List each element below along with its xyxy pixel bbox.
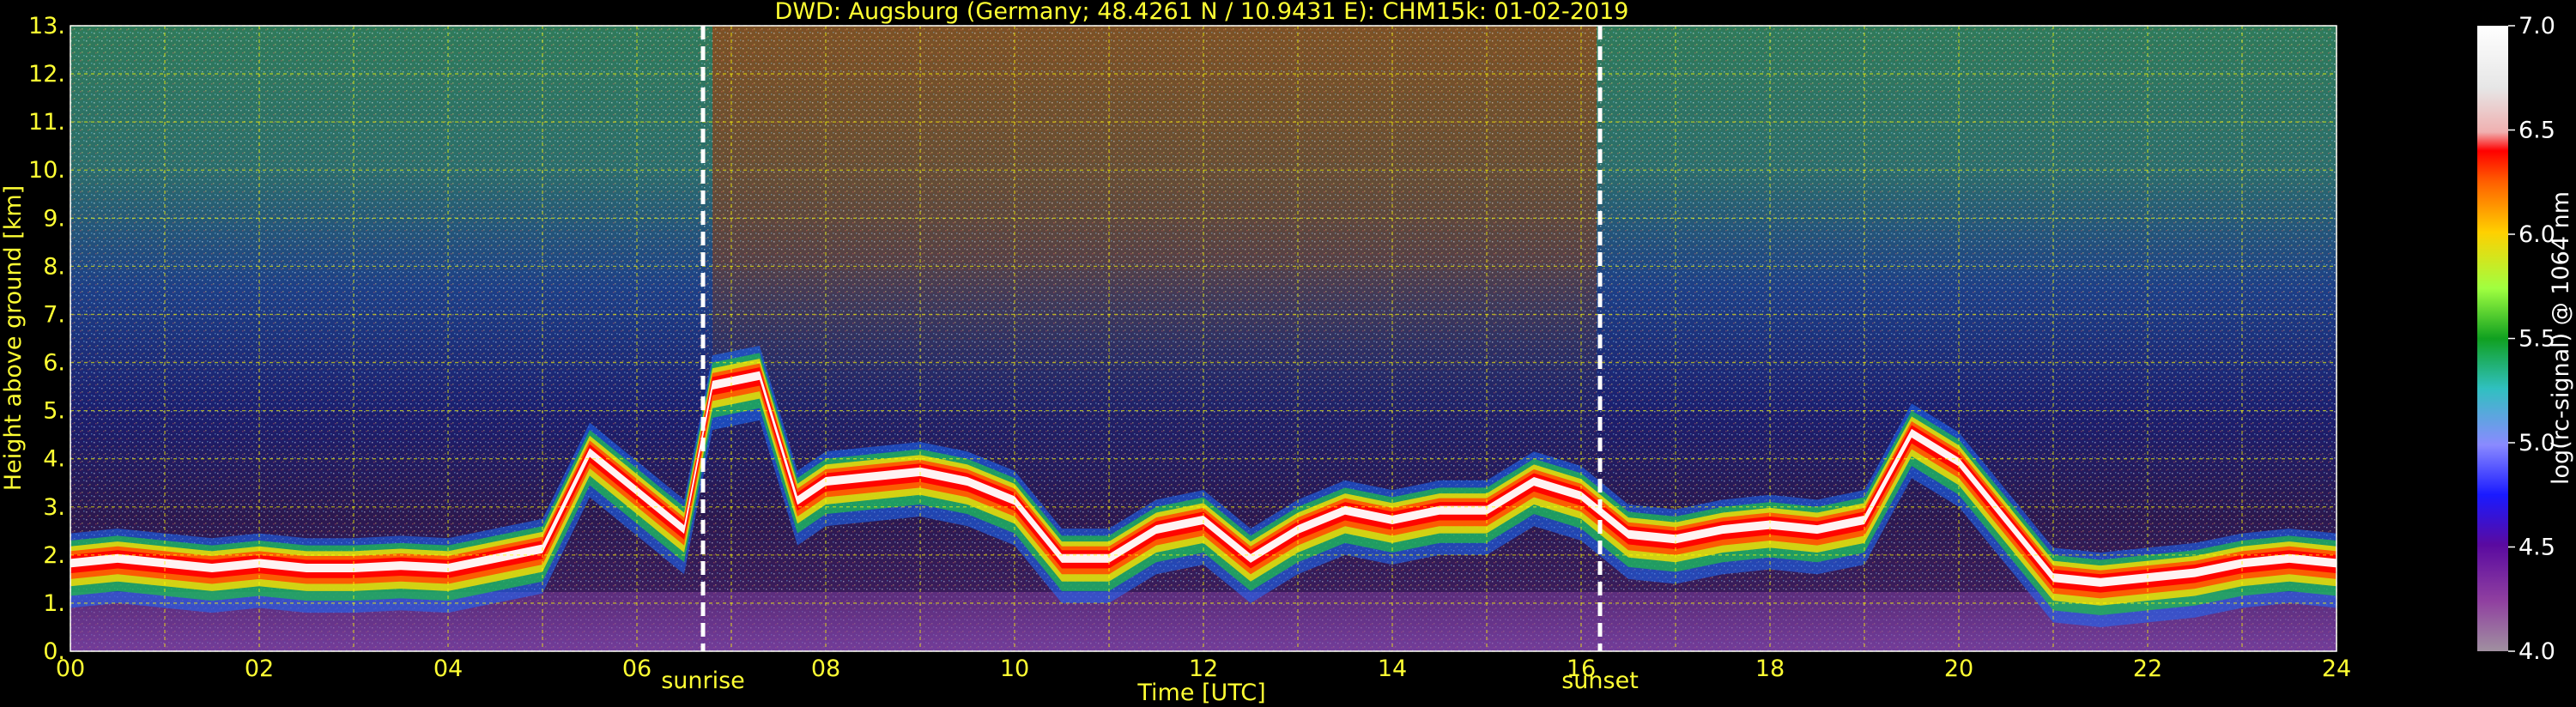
chart-title: DWD: Augsburg (Germany; 48.4261 N / 10.9… <box>775 0 1629 25</box>
x-tick-label: 08 <box>811 656 840 682</box>
y-tick-label: 6. <box>43 350 65 377</box>
colorbar-tick-label: 4.5 <box>2518 535 2555 561</box>
x-tick-label: 22 <box>2133 656 2162 682</box>
colorbar-label: log(rc-signal) @ 1064 nm <box>2548 191 2574 485</box>
lidar-chart: sunrise sunset DWD: Augsburg (Germany; 48… <box>0 0 2574 706</box>
y-tick-label: 9. <box>43 205 65 232</box>
colorbar: 4.04.55.05.56.06.57.0 log(rc-signal) @ 1… <box>2477 13 2574 665</box>
y-tick-label: 0. <box>43 638 65 665</box>
x-tick-label: 14 <box>1378 656 1407 682</box>
sunrise-label: sunrise <box>661 668 745 694</box>
x-axis-label: Time [UTC] <box>1136 680 1265 706</box>
x-tick-label: 20 <box>1944 656 1973 682</box>
x-tick-label: 16 <box>1567 656 1596 682</box>
y-tick-label: 5. <box>43 398 65 425</box>
x-tick-label: 10 <box>1000 656 1029 682</box>
x-tick-label: 04 <box>433 656 463 682</box>
y-tick-label: 4. <box>43 446 65 473</box>
colorbar-scale <box>2477 26 2508 651</box>
y-tick-label: 13. <box>28 13 65 39</box>
x-tick-labels: 00 02 04 06 08 10 12 14 16 18 20 22 24 <box>56 656 2351 682</box>
y-tick-labels: 0. 1. 2. 3. 4. 5. 6. 7. 8. 9. 10. 11. 12. 13. <box>28 13 65 665</box>
y-tick-label: 3. <box>43 494 65 521</box>
x-tick-label: 02 <box>245 656 274 682</box>
y-tick-label: 10. <box>28 157 65 184</box>
y-tick-label: 11. <box>28 109 65 136</box>
colorbar-tick-label: 6.5 <box>2518 118 2555 144</box>
x-tick-label: 12 <box>1189 656 1218 682</box>
x-tick-label: 24 <box>2322 656 2351 682</box>
y-tick-label: 8. <box>43 253 65 280</box>
x-tick-label: 18 <box>1755 656 1785 682</box>
colorbar-tick-label: 4.0 <box>2518 638 2555 665</box>
y-tick-label: 1. <box>43 590 65 617</box>
colorbar-tick-label: 7.0 <box>2518 13 2555 39</box>
y-axis-label: Height above ground [km] <box>0 185 27 491</box>
y-tick-label: 12. <box>28 61 65 88</box>
y-tick-label: 7. <box>43 301 65 328</box>
y-tick-label: 2. <box>43 542 65 569</box>
x-tick-label: 06 <box>622 656 652 682</box>
